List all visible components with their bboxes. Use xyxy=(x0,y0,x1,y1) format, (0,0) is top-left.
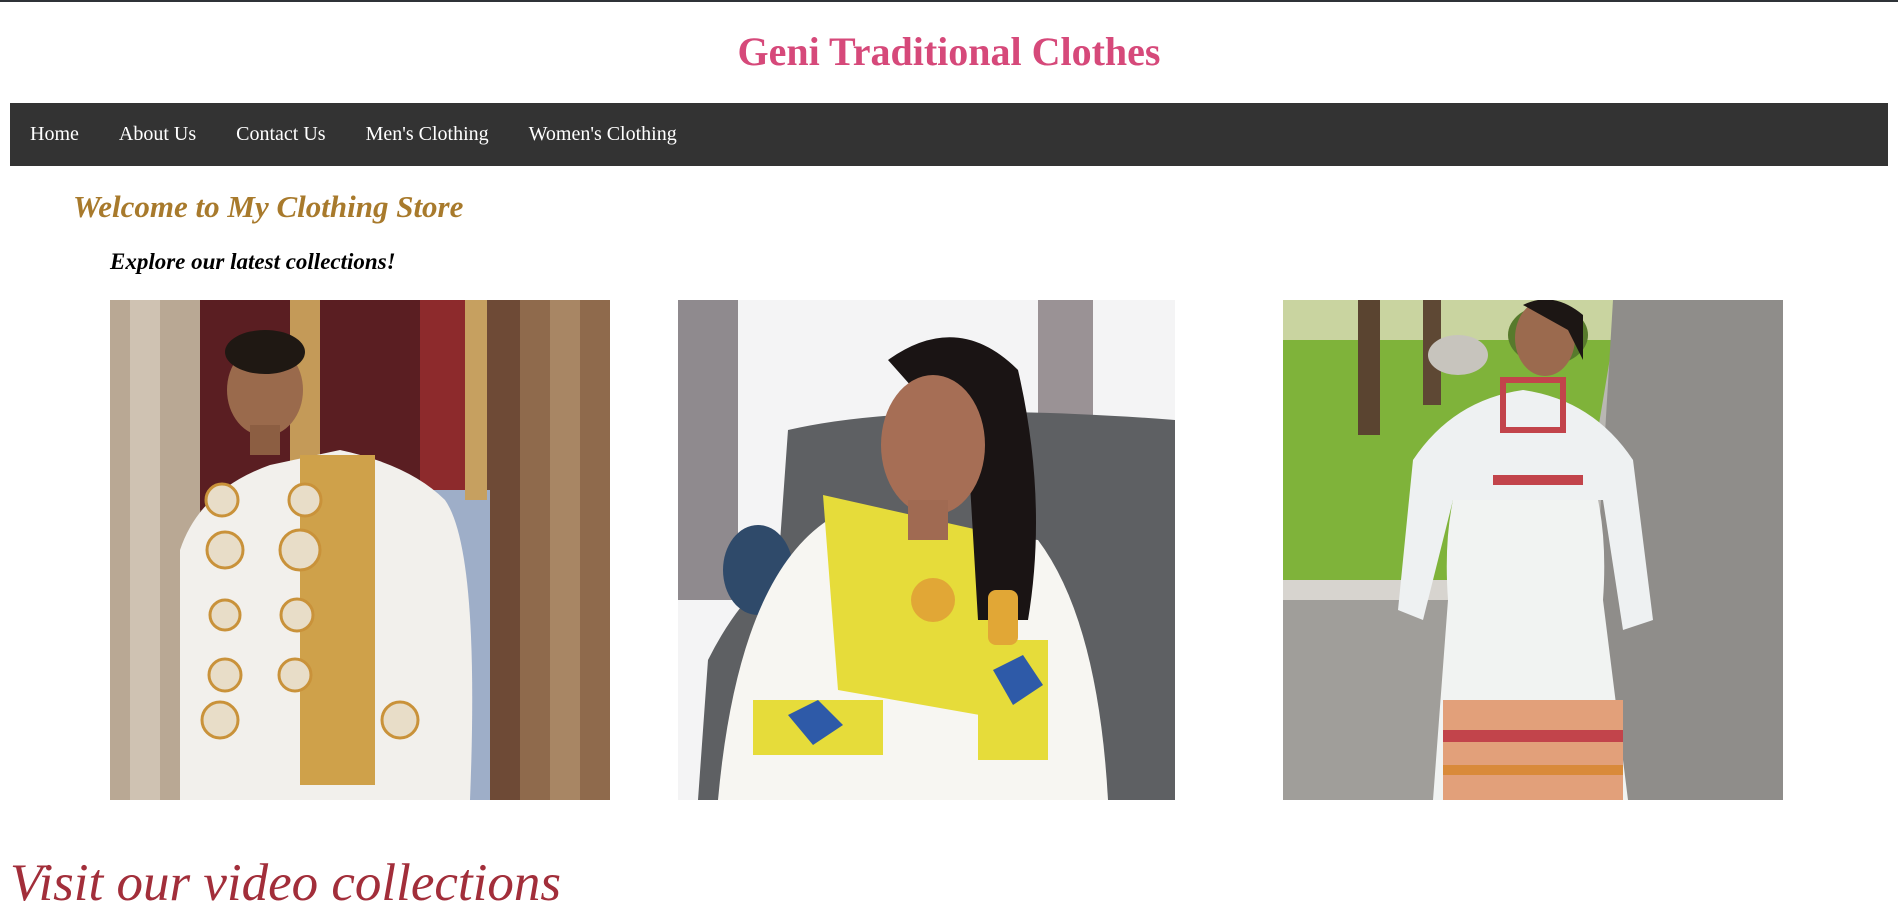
site-title: Geni Traditional Clothes xyxy=(737,29,1161,74)
mens-traditional-outfit-photo xyxy=(110,300,610,800)
nav-about-link[interactable]: About Us xyxy=(99,103,216,166)
top-border xyxy=(0,0,1898,2)
nav-contact-link[interactable]: Contact Us xyxy=(216,103,345,166)
main-navbar: Home About Us Contact Us Men's Clothing … xyxy=(10,103,1888,166)
welcome-heading: Welcome to My Clothing Store xyxy=(73,189,464,224)
nav-mens-clothing-link[interactable]: Men's Clothing xyxy=(346,103,509,166)
nav-womens-clothing-link[interactable]: Women's Clothing xyxy=(509,103,697,166)
womens-white-dress-photo xyxy=(1283,300,1783,800)
nav-home-link[interactable]: Home xyxy=(10,103,99,166)
explore-subheading: Explore our latest collections! xyxy=(110,249,396,274)
video-collections-heading: Visit our video collections xyxy=(10,854,561,912)
womens-yellow-dress-photo xyxy=(678,300,1175,800)
